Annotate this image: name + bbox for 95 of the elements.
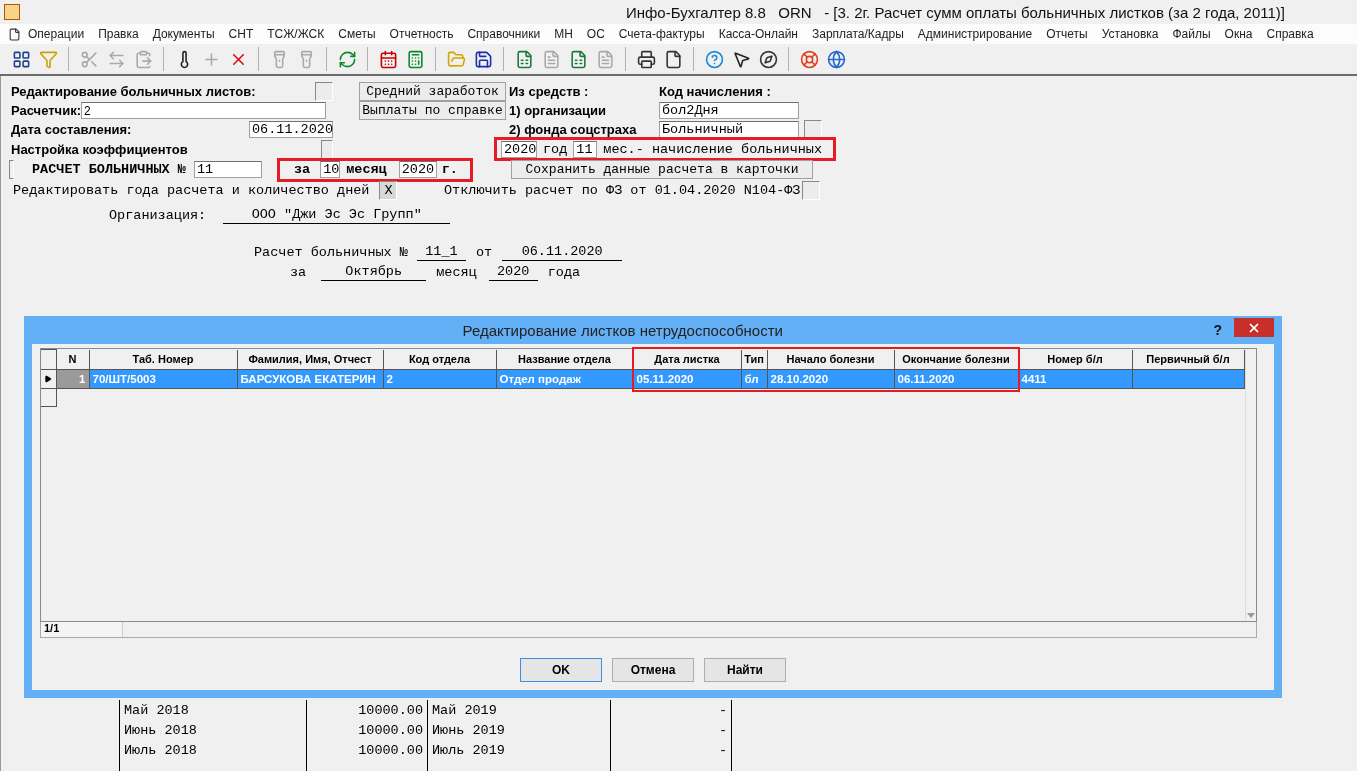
column-header[interactable]: Тип — [741, 349, 767, 369]
field-label: Редактирование больничных листов: — [11, 84, 256, 99]
menu-item[interactable]: МН — [547, 27, 580, 41]
record-counter: 1/1 — [41, 622, 123, 637]
column-header[interactable]: Первичный б/л — [1132, 349, 1244, 369]
month-value: Октябрь — [321, 263, 427, 281]
field-label: г. — [441, 162, 458, 177]
field-label: года — [547, 264, 581, 280]
accrual-label: мес.- начисление больничных — [603, 141, 823, 157]
menu-item[interactable]: Окна — [1217, 27, 1260, 41]
field-label: Расчет больничных № — [254, 244, 408, 260]
month-field[interactable]: 11 — [573, 140, 598, 158]
amount-cell: - — [610, 720, 732, 740]
menu-item[interactable]: Счета-фактуры — [611, 27, 712, 41]
menu-item[interactable]: ТСЖ/ЖСК — [260, 27, 332, 41]
checkbox[interactable] — [802, 180, 821, 200]
menu-item[interactable]: Сметы — [331, 27, 383, 41]
column-header[interactable]: N — [56, 349, 89, 369]
period-cell: Июнь 2018 — [119, 720, 307, 740]
field-label: Расчетчик: — [11, 103, 81, 118]
calc-number-value: 11_1 — [416, 243, 466, 261]
period-cell: Май 2018 — [119, 700, 307, 720]
help-button[interactable]: ? — [1213, 322, 1222, 338]
month-field[interactable]: 10 — [320, 161, 341, 178]
period-cell: Июнь 2019 — [427, 720, 611, 740]
menu-item[interactable]: Администрирование — [910, 27, 1040, 41]
organization-value: ООО "Джи Эс Эс Групп" — [223, 206, 451, 224]
dialog-button[interactable]: OK — [520, 658, 602, 682]
menu-item[interactable]: Файлы — [1165, 27, 1218, 41]
column-header[interactable]: Таб. Номер — [89, 349, 237, 369]
dialog-button[interactable]: Отмена — [612, 658, 694, 682]
field-label: РАСЧЕТ БОЛЬНИЧНЫХ № — [32, 162, 186, 177]
menu-item[interactable]: Отчетность — [382, 27, 461, 41]
payments-button[interactable]: Выплаты по справке — [359, 101, 506, 120]
dialog-title: Редактирование листков нетрудоспособности — [461, 321, 784, 339]
year-field[interactable]: 2020 — [398, 161, 437, 178]
window-title: Инфо-Бухгалтер 8.8 ORN - [3. 2г. Расчет сумм оплаты больничных листков (за 2 года, 2011)] — [625, 3, 1285, 21]
field-label: от — [475, 244, 493, 260]
menu-item[interactable]: Правка — [91, 27, 146, 41]
field-label: Из средств : — [509, 84, 589, 99]
field-label: месяц — [436, 264, 477, 280]
field-label: за — [294, 162, 311, 177]
field-label: 1) организации — [509, 103, 607, 118]
field-label: 2) фонда соцстраха — [509, 122, 637, 137]
field-label: Организация: — [109, 207, 207, 223]
checkbox[interactable] — [321, 139, 333, 159]
column-header[interactable]: Код отдела — [383, 349, 496, 369]
menu-item[interactable]: ОС — [579, 27, 612, 41]
date-field[interactable]: 06.11.2020 — [249, 121, 333, 138]
period-cell: Июль 2018 — [119, 740, 307, 760]
amount-cell: 10000.00 — [306, 700, 428, 720]
calc-date-value: 06.11.2020 — [502, 243, 623, 261]
menu-item[interactable]: Зарплата/Кадры — [804, 27, 911, 41]
field-label: Дата составления: — [11, 122, 132, 137]
column-header[interactable]: Начало болезни — [767, 349, 894, 369]
field-label: Настройка коэффициентов — [11, 141, 188, 157]
calc-number-field[interactable]: 11 — [193, 161, 262, 178]
menu-item[interactable]: Установка — [1094, 27, 1166, 41]
amount-cell: - — [610, 700, 732, 720]
period-cell: Июль 2019 — [427, 740, 611, 760]
menu-item[interactable]: Отчеты — [1039, 27, 1095, 41]
document-icon[interactable] — [8, 27, 21, 41]
column-header[interactable]: Название отдела — [496, 349, 633, 369]
average-earnings-button[interactable]: Средний заработок — [359, 82, 506, 101]
scroll-down-icon[interactable] — [1246, 613, 1255, 618]
column-header[interactable]: Дата листка — [633, 349, 741, 369]
menu-item[interactable]: Касса-Онлайн — [711, 27, 805, 41]
year-field[interactable]: 2020 — [501, 140, 537, 158]
amount-cell: 10000.00 — [306, 720, 428, 740]
amount-cell: - — [610, 740, 732, 760]
column-header[interactable]: Окончание болезни — [894, 349, 1018, 369]
calculator-field[interactable]: 2 — [81, 102, 326, 119]
menu-item[interactable]: СНТ — [221, 27, 261, 41]
column-header[interactable]: Фамилия, Имя, Отчест — [237, 349, 383, 369]
year-value: 2020 — [488, 263, 538, 281]
menu-item[interactable]: Документы — [145, 27, 222, 41]
field-label: Код начисления : — [659, 84, 771, 99]
close-button[interactable] — [1234, 318, 1274, 337]
field-label: за — [290, 264, 307, 280]
field-label: Редактировать года расчета и количество дней — [13, 182, 370, 198]
period-cell: Май 2019 — [427, 700, 611, 720]
menu-item[interactable]: Справка — [1259, 27, 1321, 41]
menu-item[interactable]: Операции — [21, 27, 92, 41]
year-label: год — [543, 141, 568, 157]
field-label: Отключить расчет по ФЗ от 01.04.2020 N104-ФЗ — [444, 182, 801, 198]
column-header[interactable]: Номер б/л — [1018, 349, 1132, 369]
dialog-button[interactable]: Найти — [704, 658, 786, 682]
current-row-icon — [44, 374, 53, 383]
amount-cell: 10000.00 — [306, 740, 428, 760]
save-to-cards-button[interactable]: Сохранить данные расчета в карточки — [511, 160, 813, 179]
app-icon — [4, 4, 20, 20]
field-label: месяц — [346, 162, 387, 177]
accrual-code-field[interactable]: бол2Дня — [659, 102, 799, 119]
menu-item[interactable]: Справочники — [460, 27, 548, 41]
checkbox[interactable] — [315, 82, 333, 101]
